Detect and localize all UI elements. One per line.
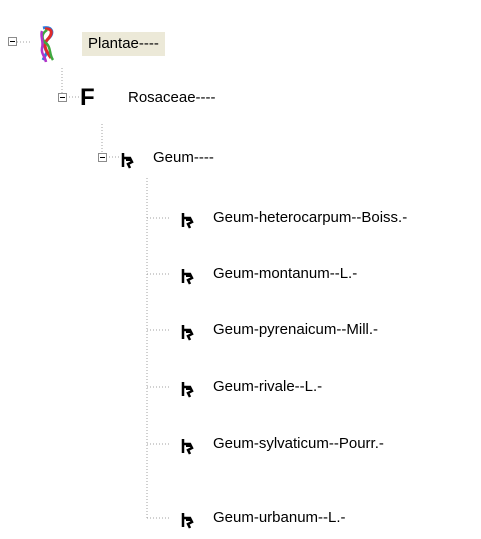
tree-node-species[interactable]: Geum-urbanum--L.- [170,504,470,532]
tree-node-label-species[interactable]: Geum-montanum--L.- [210,264,360,284]
species-icon [181,382,194,398]
tree-node-label-species[interactable]: Geum-heterocarpum--Boiss.- [210,208,410,228]
tree-node-species[interactable]: Geum-rivale--L.- [170,373,470,401]
collapse-toggle-plantae[interactable] [8,37,17,46]
tree-node-plantae[interactable]: Plantae---- [0,24,200,64]
tree-node-label-plantae[interactable]: Plantae---- [82,32,165,56]
tree-node-species[interactable]: Geum-heterocarpum--Boiss.- [170,204,470,232]
collapse-toggle-rosaceae[interactable] [58,93,67,102]
tree-node-label-species[interactable]: Geum-pyrenaicum--Mill.- [210,320,381,340]
kingdom-ribbon-icon [40,26,55,63]
tree-node-geum[interactable]: Geum---- [90,144,290,172]
tree-node-label-species[interactable]: Geum-rivale--L.- [210,377,325,397]
tree-node-label-rosaceae[interactable]: Rosaceae---- [125,88,219,108]
species-icon [181,513,194,529]
genus-icon [121,153,134,169]
tree-node-species[interactable]: Geum-pyrenaicum--Mill.- [170,316,470,344]
family-f-icon: F [80,84,95,111]
tree-node-species[interactable]: Geum-sylvaticum--Pourr.- [170,430,470,458]
tree-node-species[interactable]: Geum-montanum--L.- [170,260,470,288]
taxonomy-tree-view[interactable]: Plantae---- F Rosaceae---- Geum---- Geum… [0,0,481,539]
tree-node-label-species[interactable]: Geum-urbanum--L.- [210,508,349,528]
species-icon [181,213,194,229]
tree-node-rosaceae[interactable]: F Rosaceae---- [50,84,270,112]
species-icon [181,439,194,455]
tree-node-label-species[interactable]: Geum-sylvaticum--Pourr.- [210,434,387,454]
tree-node-label-geum[interactable]: Geum---- [150,148,217,168]
species-icon [181,269,194,285]
species-icon [181,325,194,341]
collapse-toggle-geum[interactable] [98,153,107,162]
